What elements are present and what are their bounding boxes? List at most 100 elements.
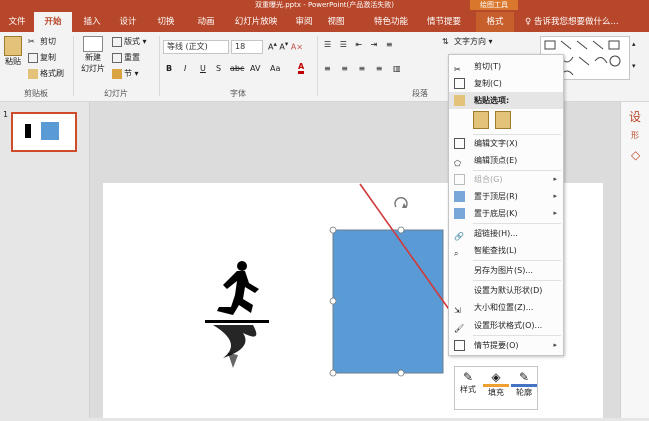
menu-item-edit-points[interactable]: ⬠ 编辑顶点(E) [449,152,563,169]
ribbon-tabs: 文件 开始 插入 设计 切换 动画 幻灯片放映 审阅 视图 特色功能 情节提要 … [0,10,649,32]
menu-item-hyperlink[interactable]: 🔗 超链接(H)... [449,225,563,242]
strikethrough-button[interactable]: abc [230,64,244,73]
format-painter-button[interactable]: 格式刷 [28,68,64,79]
shadow-button[interactable]: S [216,64,221,73]
slide-thumbnail-1[interactable] [11,112,77,152]
tab-design[interactable]: 设计 [112,12,144,32]
case-button[interactable]: Aa [270,64,280,73]
menu-label: 粘贴选项: [474,96,510,105]
clear-format-icon[interactable]: A⨯ [291,43,303,52]
style-button[interactable]: ✎ 样式 [455,370,481,395]
menu-item-smart-lookup[interactable]: ⌕ 智能查找(L) [449,242,563,259]
tab-storyboard[interactable]: 情节提要 [420,12,468,32]
paste-option-picture[interactable] [495,111,511,129]
pencil-style-icon: ✎ [462,370,474,384]
menu-item-bring-to-front[interactable]: 置于顶层(R) ▸ [449,188,563,205]
selected-blue-rectangle[interactable] [332,229,444,374]
thumbnail-runner-icon [25,124,31,138]
menu-item-edit-text[interactable]: 编辑文字(X) [449,135,563,152]
font-size-select[interactable]: 18 [231,40,263,54]
menu-item-cut[interactable]: ✂ 剪切(T) [449,58,563,75]
menu-item-save-as-picture[interactable]: 另存为图片(S)... [449,262,563,279]
new-slide-button[interactable]: 新建 幻灯片 [78,36,108,74]
menu-label: 另存为图片(S)... [474,266,533,275]
thumbnail-blue-shape [41,122,59,140]
list-buttons[interactable]: ☰ ☰ ⇤ ⇥ ≡ [324,40,396,49]
align-buttons[interactable]: ≡ ≡ ≡ ≡ ▥ [324,64,405,73]
menu-item-send-to-back[interactable]: 置于底层(K) ▸ [449,205,563,222]
submenu-arrow-icon: ▸ [553,192,557,200]
submenu-arrow-icon: ▸ [553,209,557,217]
paste-button[interactable]: 粘贴 [2,36,24,67]
copy-icon [28,52,38,63]
section-icon [112,68,122,79]
tab-home[interactable]: 开始 [34,12,72,32]
copy-button[interactable]: 复制 [28,52,56,63]
menu-item-set-default-shape[interactable]: 设置为默认形状(D) [449,282,563,299]
menu-label: 超链接(H)... [474,229,518,238]
paragraph-group-label: 段落 [412,89,428,98]
group-icon [454,174,465,185]
gallery-more-icon[interactable]: ▾ [632,62,636,70]
fill-button[interactable]: ◈ 填充 [483,370,509,398]
menu-item-size-position[interactable]: ⇲ 大小和位置(Z)... [449,299,563,316]
rotate-handle-icon[interactable] [394,197,408,208]
font-color-button[interactable]: A [298,62,305,74]
outline-button[interactable]: ✎ 轮廓 [511,370,537,398]
font-group-label: 字体 [230,89,246,98]
copy-icon [454,78,465,89]
paste-option-keep-source[interactable] [473,111,489,129]
tab-features[interactable]: 特色功能 [366,12,416,32]
tell-me-box[interactable]: ♀ 告诉我您想要做什么... [525,12,619,32]
tab-insert[interactable]: 插入 [76,12,108,32]
cut-label: 剪切 [40,37,56,46]
fill-icon[interactable]: ◇ [631,148,640,162]
spacing-button[interactable]: AV [250,64,260,73]
paste-icon [454,95,465,106]
title-bar: 双重曝光.pptx - PowerPoint(产品激活失败) 绘图工具 [0,0,649,10]
tab-transitions[interactable]: 切换 [148,12,184,32]
tab-format[interactable]: 格式 [476,12,514,32]
menu-item-group: 组合(G) ▸ [449,171,563,188]
link-icon: 🔗 [454,232,464,241]
edit-points-icon: ⬠ [454,159,461,168]
text-direction-button[interactable]: ⇅ 文字方向 ▾ [442,36,493,47]
format-pane-subtitle: 形 [631,131,639,140]
reset-button[interactable]: 重置 [112,52,140,63]
section-button[interactable]: 节 ▾ [112,68,139,79]
slides-group-label: 幻灯片 [104,89,128,98]
submenu-arrow-icon: ▸ [553,175,557,183]
menu-label: 组合(G) [474,175,503,184]
format-shape-icon: 🖌 [454,324,465,333]
italic-button[interactable]: I [184,64,186,73]
divider [159,36,160,96]
font-name-select[interactable]: 等线 (正文) [163,40,229,54]
menu-separator [473,223,561,224]
gallery-scroll-up-icon[interactable]: ▴ [632,40,636,48]
runner-silhouette[interactable] [205,261,269,368]
menu-item-storyboard[interactable]: 情节提要(O) ▸ [449,337,563,354]
menu-label: 编辑顶点(E) [474,156,518,165]
menu-separator [473,335,561,336]
underline-button[interactable]: U [200,64,206,73]
menu-label: 智能查找(L) [474,246,517,255]
menu-item-format-shape[interactable]: 🖌 设置形状格式(O)... [449,317,563,334]
bold-button[interactable]: B [166,64,172,73]
tab-slideshow[interactable]: 幻灯片放映 [228,12,284,32]
brush-icon [28,68,38,79]
style-label: 样式 [460,385,476,394]
grow-font-icon[interactable]: A▴ A▾ A⨯ [268,40,303,52]
submenu-arrow-icon: ▸ [553,341,557,349]
tab-view[interactable]: 视图 [322,12,350,32]
new-slide-label: 新建 [85,53,101,62]
cut-button[interactable]: ✂ 剪切 [28,36,56,47]
menu-label: 情节提要(O) [474,341,519,350]
menu-item-copy[interactable]: 复制(C) [449,75,563,92]
menu-label: 设置形状格式(O)... [474,321,543,330]
scissors-icon: ✂ [454,65,461,74]
layout-button[interactable]: 版式 ▾ [112,36,147,47]
text-direction-label: 文字方向 [454,37,486,46]
tab-file[interactable]: 文件 [2,12,32,32]
tab-animations[interactable]: 动画 [188,12,224,32]
tab-review[interactable]: 审阅 [290,12,318,32]
